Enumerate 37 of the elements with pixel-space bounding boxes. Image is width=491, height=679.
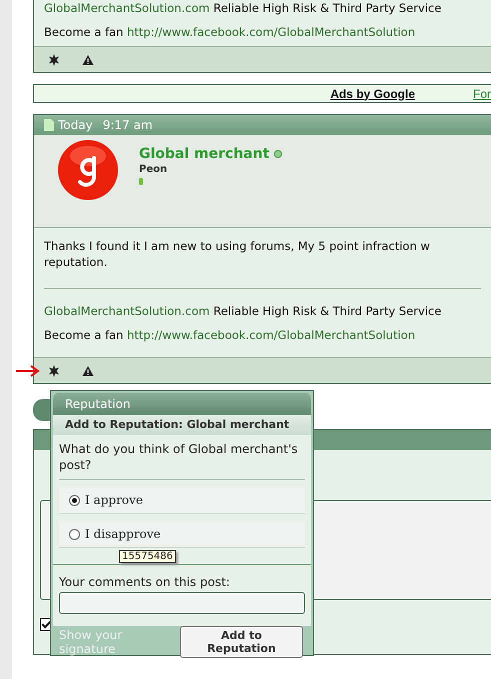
- popup-title: Reputation: [53, 393, 311, 415]
- website-link[interactable]: GlobalMerchantSolution.com: [44, 304, 210, 318]
- star-icon[interactable]: [48, 54, 60, 66]
- user-rank: Peon: [139, 164, 168, 175]
- signature-text: GlobalMerchantSolution.com Reliable High Risk & Third Party Service: [44, 303, 442, 320]
- question-text: What do you think of Global merchant's post?: [59, 441, 305, 480]
- add-to-reputation-button[interactable]: Add to Reputation: [180, 626, 303, 658]
- warning-icon[interactable]: [82, 364, 94, 376]
- reputation-option[interactable]: I disapprove: [59, 521, 305, 548]
- radio-button[interactable]: [69, 494, 80, 506]
- fan-text: Become a fan http://www.facebook.com/GlobalMerchantSolution: [44, 24, 416, 41]
- option-label: I disapprove: [85, 527, 161, 541]
- star-icon[interactable]: [48, 364, 60, 376]
- ads-by-google-link[interactable]: Ads by Google: [330, 86, 415, 100]
- fan-text: Become a fan http://www.facebook.com/GlobalMerchantSolution: [44, 327, 416, 344]
- option-label: I approve: [85, 493, 143, 507]
- facebook-link[interactable]: http://www.facebook.com/GlobalMerchantSolution: [127, 25, 416, 39]
- radio-button[interactable]: [69, 528, 80, 540]
- facebook-link[interactable]: http://www.facebook.com/GlobalMerchantSolution: [127, 328, 416, 342]
- signature-text: GlobalMerchantSolution.com Reliable High Risk & Third Party Service: [44, 0, 442, 17]
- tooltip: 15575486: [119, 550, 176, 563]
- post-time: 9:17 am: [102, 118, 153, 132]
- document-icon: [44, 119, 54, 131]
- comment-label: Your comments on this post:: [59, 575, 231, 589]
- post-message: Thanks I found it I am new to using forums, My 5 point infraction w reputation.: [44, 238, 431, 271]
- username-link[interactable]: Global merchant: [139, 146, 270, 162]
- arrow-icon: [16, 365, 40, 377]
- reputation-option[interactable]: I approve: [59, 487, 305, 514]
- ad-link[interactable]: For: [473, 86, 491, 100]
- avatar-logo: [58, 140, 118, 200]
- warning-icon[interactable]: [82, 54, 94, 66]
- reputation-pip-icon: [139, 178, 143, 185]
- show-signature-label: Show your signature: [58, 628, 124, 656]
- comment-input[interactable]: [59, 592, 305, 614]
- website-link[interactable]: GlobalMerchantSolution.com: [44, 1, 210, 15]
- popup-subtitle: Add to Reputation: Global merchant: [53, 415, 311, 435]
- post-date: Today: [58, 118, 93, 132]
